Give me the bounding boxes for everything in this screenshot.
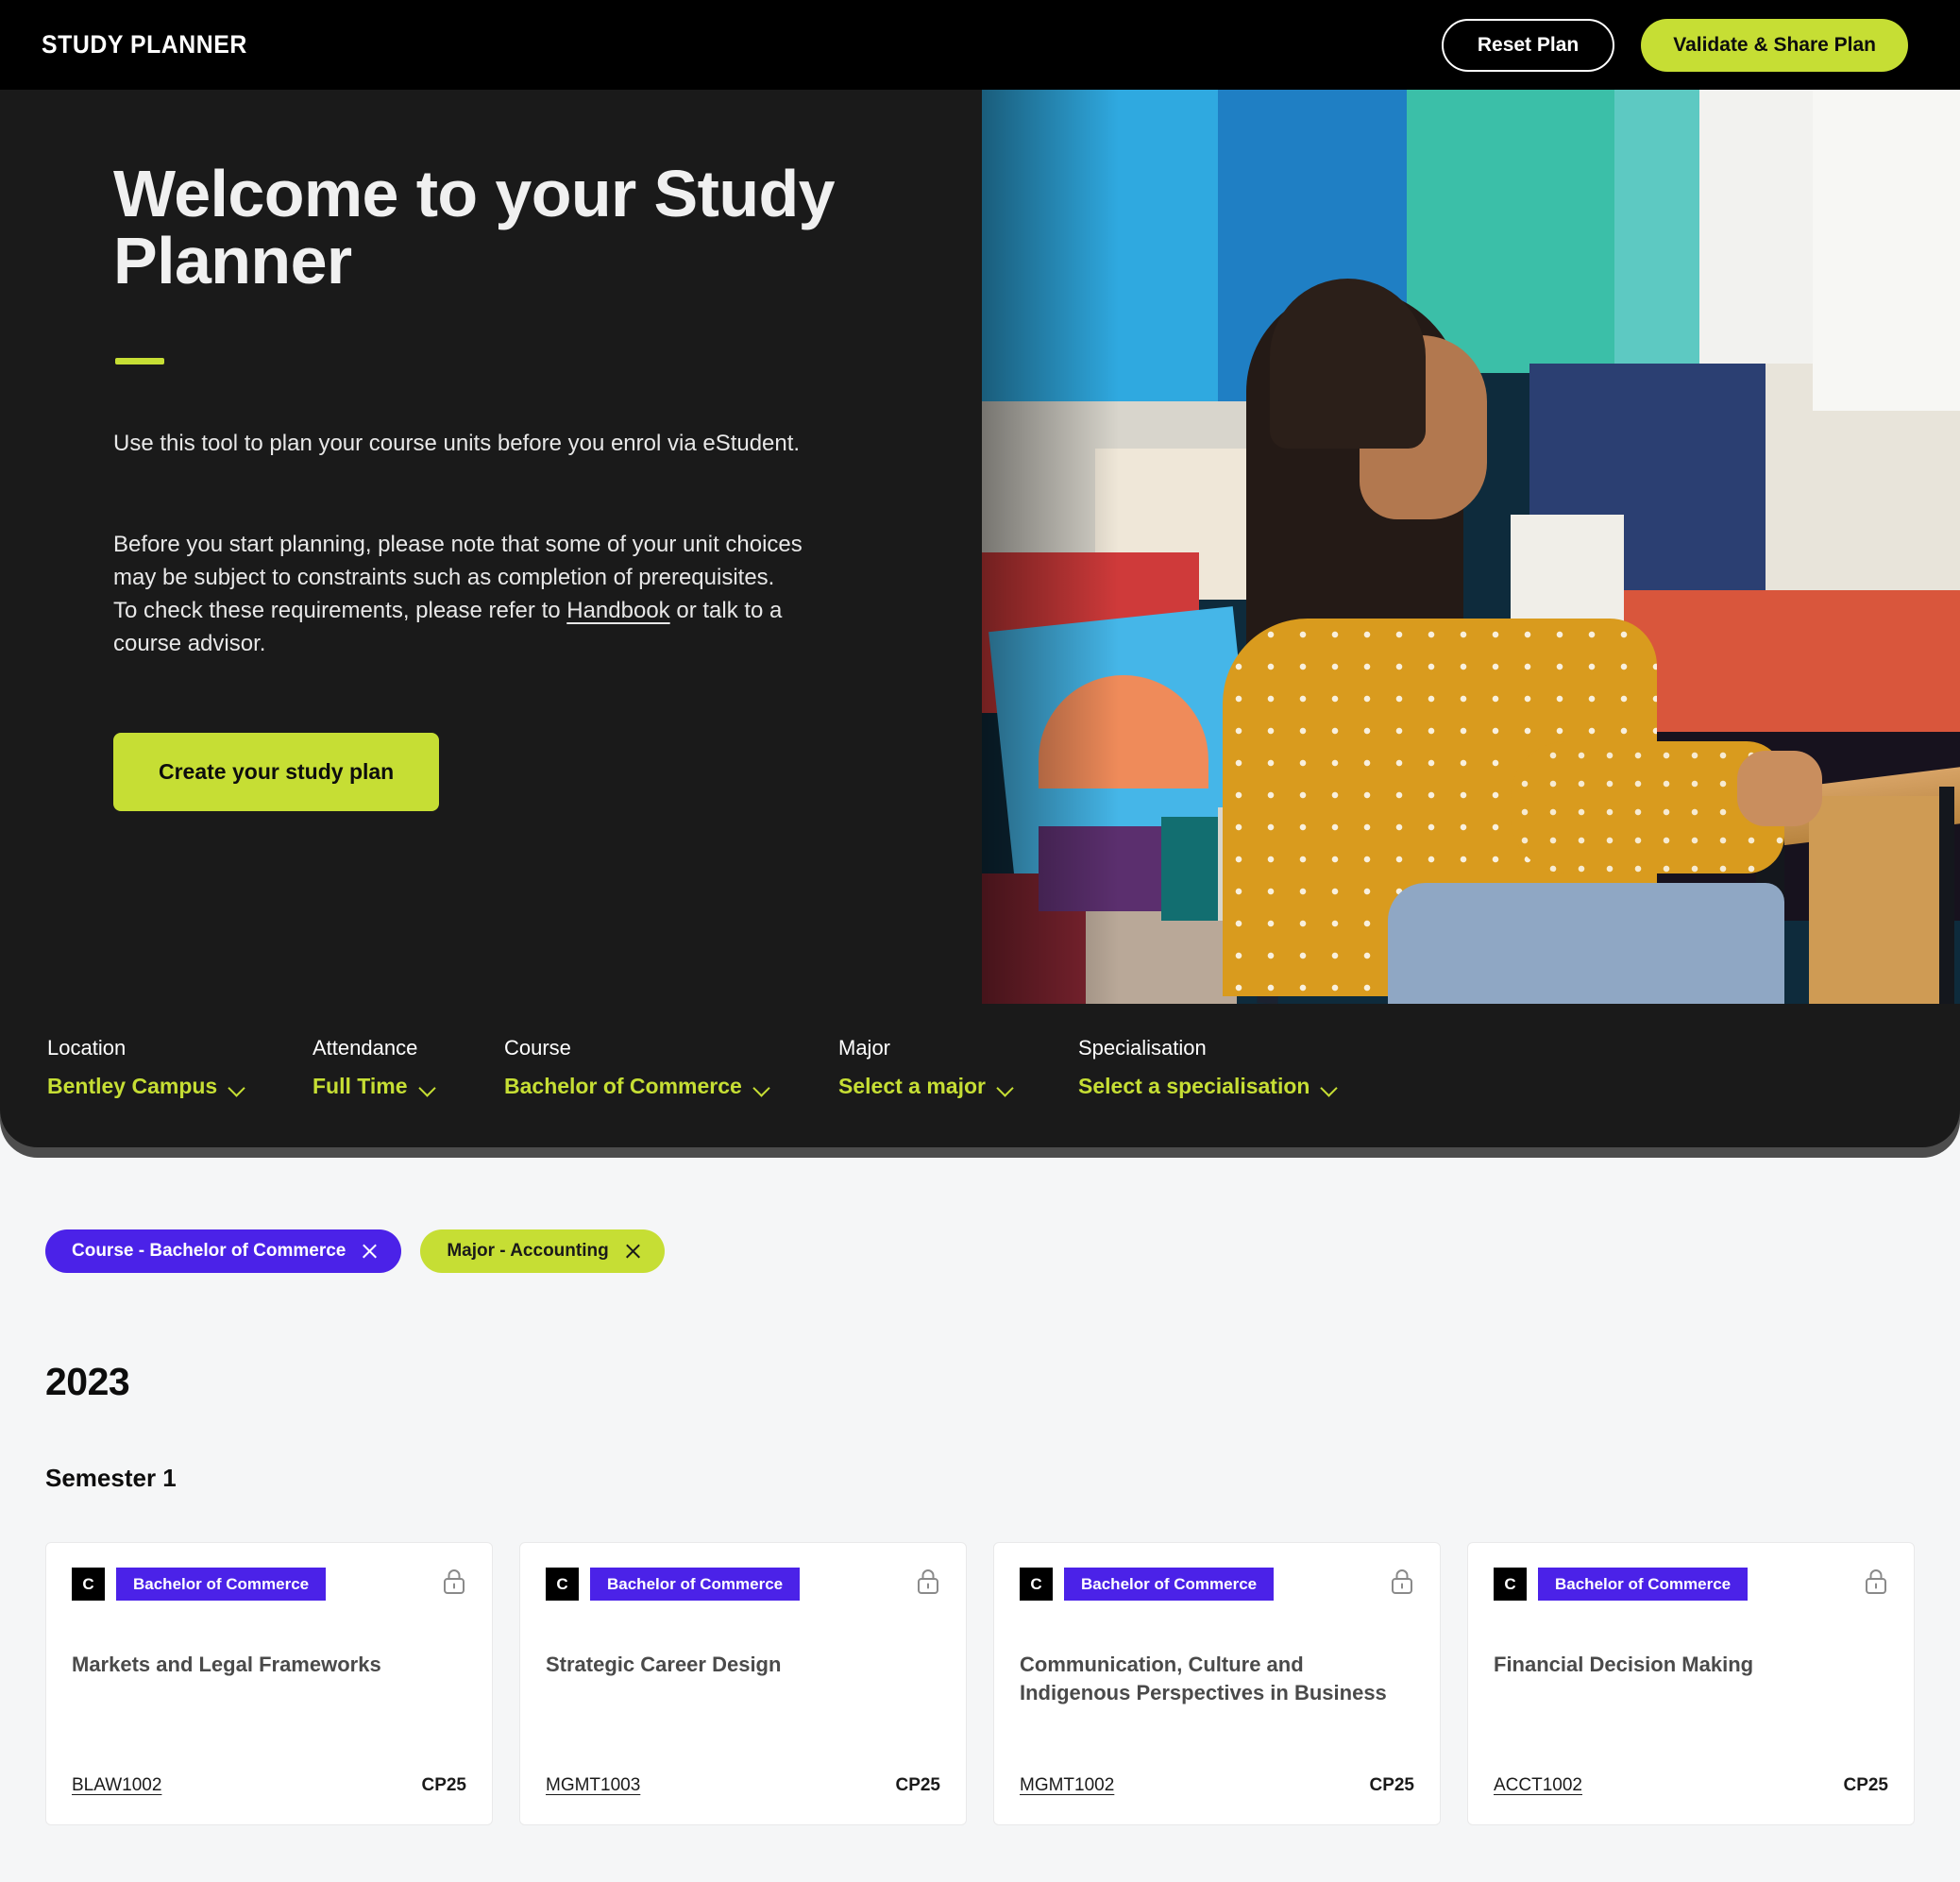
filter-course-value: Bachelor of Commerce: [504, 1074, 742, 1098]
chair-right: [1809, 796, 1951, 1004]
filter-specialisation-dropdown[interactable]: Select a specialisation: [1078, 1074, 1338, 1099]
reset-plan-button[interactable]: Reset Plan: [1441, 18, 1615, 72]
filter-attendance-value: Full Time: [313, 1074, 408, 1098]
unit-title: Markets and Legal Frameworks: [72, 1653, 381, 1676]
unit-card-header: C Bachelor of Commerce: [1494, 1568, 1888, 1601]
handbook-link[interactable]: Handbook: [566, 598, 669, 623]
poster: [982, 90, 1218, 401]
unit-code-link[interactable]: MGMT1002: [1020, 1775, 1114, 1796]
filter-bar: Location Bentley Campus Attendance Full …: [0, 1004, 1960, 1147]
lock-icon[interactable]: [1864, 1568, 1888, 1596]
page-title: Welcome to your Study Planner: [113, 157, 836, 298]
chevron-down-icon: [229, 1082, 245, 1092]
accent-divider: [115, 357, 164, 365]
unit-credit-points: CP25: [895, 1775, 940, 1795]
unit-title: Communication, Culture and Indigenous Pe…: [1020, 1653, 1387, 1705]
unit-card[interactable]: C Bachelor of Commerce Communication, Cu…: [993, 1542, 1441, 1825]
nav-actions: Reset Plan Validate & Share Plan: [1441, 18, 1908, 72]
filter-chip-course[interactable]: Course - Bachelor of Commerce: [45, 1229, 402, 1273]
unit-card[interactable]: C Bachelor of Commerce Strategic Career …: [519, 1542, 967, 1825]
filter-chip-major-label: Major - Accounting: [447, 1241, 609, 1261]
unit-code-link[interactable]: BLAW1002: [72, 1775, 161, 1796]
unit-card-header: C Bachelor of Commerce: [1020, 1568, 1414, 1601]
filter-major-dropdown[interactable]: Select a major: [838, 1074, 1014, 1099]
unit-title: Financial Decision Making: [1494, 1653, 1754, 1676]
filter-attendance: Attendance Full Time: [313, 1036, 504, 1099]
plan-year-heading: 2023: [45, 1360, 130, 1403]
unit-type-badge: C: [1020, 1568, 1053, 1601]
unit-card-header: C Bachelor of Commerce: [546, 1568, 940, 1601]
hero-paragraph-2: Before you start planning, please note t…: [113, 528, 803, 660]
filter-attendance-label: Attendance: [313, 1036, 418, 1060]
unit-type-badge: C: [72, 1568, 105, 1601]
unit-course-badge: Bachelor of Commerce: [1538, 1568, 1749, 1601]
filter-location-label: Location: [47, 1036, 127, 1060]
poster: [1039, 826, 1161, 911]
active-filter-chips: Course - Bachelor of Commerce Major - Ac…: [45, 1229, 1915, 1273]
filter-major: Major Select a major: [838, 1036, 1078, 1099]
close-icon[interactable]: [361, 1243, 379, 1261]
plan-semester-heading: Semester 1: [45, 1464, 177, 1492]
filter-course-label: Course: [504, 1036, 571, 1060]
unit-type-badge: C: [546, 1568, 579, 1601]
unit-course-badge: Bachelor of Commerce: [116, 1568, 327, 1601]
plan-content: Course - Bachelor of Commerce Major - Ac…: [0, 1147, 1960, 1882]
unit-credit-points: CP25: [421, 1775, 466, 1795]
create-study-plan-button[interactable]: Create your study plan: [113, 732, 440, 811]
filter-chip-major[interactable]: Major - Accounting: [420, 1229, 665, 1273]
chevron-down-icon: [420, 1082, 436, 1092]
unit-code-link[interactable]: ACCT1002: [1494, 1775, 1582, 1796]
filter-attendance-dropdown[interactable]: Full Time: [313, 1074, 436, 1099]
unit-title: Strategic Career Design: [546, 1653, 782, 1676]
chevron-down-icon: [1322, 1082, 1338, 1092]
lock-icon[interactable]: [916, 1568, 940, 1596]
chair-right-leg: [1939, 787, 1954, 1004]
unit-credit-points: CP25: [1369, 1775, 1414, 1795]
top-navigation-bar: STUDY PLANNER Reset Plan Validate & Shar…: [0, 0, 1960, 90]
lock-icon[interactable]: [1390, 1568, 1414, 1596]
chevron-down-icon: [998, 1082, 1014, 1092]
validate-share-plan-button[interactable]: Validate & Share Plan: [1641, 18, 1908, 72]
person-jeans: [1388, 883, 1784, 1004]
filter-specialisation: Specialisation Select a specialisation: [1078, 1036, 1338, 1099]
unit-course-badge: Bachelor of Commerce: [1064, 1568, 1275, 1601]
filter-location-value: Bentley Campus: [47, 1074, 218, 1098]
unit-card-footer: MGMT1003 CP25: [546, 1738, 940, 1796]
poster: [1813, 90, 1960, 411]
person-hair-top: [1270, 279, 1426, 449]
unit-card[interactable]: C Bachelor of Commerce Markets and Legal…: [45, 1542, 493, 1825]
unit-card-footer: ACCT1002 CP25: [1494, 1738, 1888, 1796]
filter-location: Location Bentley Campus: [47, 1036, 313, 1099]
unit-card-footer: BLAW1002 CP25: [72, 1738, 466, 1796]
filter-course-dropdown[interactable]: Bachelor of Commerce: [504, 1074, 770, 1099]
unit-card-footer: MGMT1002 CP25: [1020, 1738, 1414, 1796]
study-planner-page: STUDY PLANNER Reset Plan Validate & Shar…: [0, 0, 1960, 1882]
unit-type-badge: C: [1494, 1568, 1527, 1601]
filter-major-value: Select a major: [838, 1074, 986, 1098]
hero-paragraph-1: Use this tool to plan your course units …: [113, 430, 801, 456]
unit-course-badge: Bachelor of Commerce: [590, 1568, 801, 1601]
lock-icon[interactable]: [442, 1568, 466, 1596]
filter-specialisation-value: Select a specialisation: [1078, 1074, 1310, 1098]
app-brand-title: STUDY PLANNER: [42, 30, 247, 59]
filter-chip-course-label: Course - Bachelor of Commerce: [72, 1241, 346, 1261]
unit-card-grid: C Bachelor of Commerce Markets and Legal…: [45, 1542, 1915, 1882]
unit-code-link[interactable]: MGMT1003: [546, 1775, 640, 1796]
unit-card[interactable]: C Bachelor of Commerce Financial Decisio…: [1467, 1542, 1915, 1825]
filter-major-label: Major: [838, 1036, 891, 1060]
filter-course: Course Bachelor of Commerce: [504, 1036, 838, 1099]
person-hand: [1737, 751, 1822, 826]
close-icon[interactable]: [624, 1243, 642, 1261]
chevron-down-icon: [754, 1082, 770, 1092]
filter-location-dropdown[interactable]: Bentley Campus: [47, 1074, 245, 1099]
unit-credit-points: CP25: [1843, 1775, 1888, 1795]
hero-text-column: Welcome to your Study Planner Use this t…: [0, 90, 982, 1004]
filter-specialisation-label: Specialisation: [1078, 1036, 1207, 1060]
hero-image: [982, 90, 1960, 1004]
unit-card-header: C Bachelor of Commerce: [72, 1568, 466, 1601]
filter-panel-wrapper: Location Bentley Campus Attendance Full …: [0, 1004, 1960, 1158]
